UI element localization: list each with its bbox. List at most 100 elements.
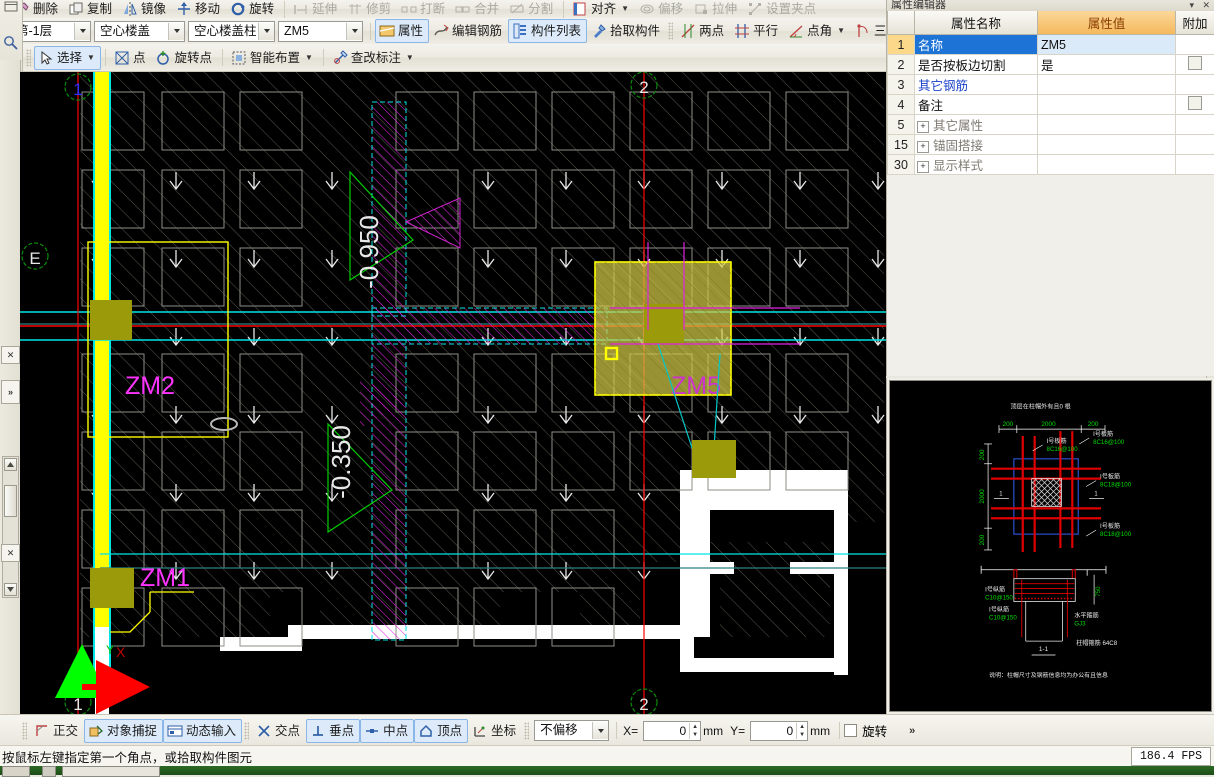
- 移动-button[interactable]: 移动: [172, 0, 226, 19]
- chevron-down-icon[interactable]: [258, 23, 274, 40]
- chevron-down-icon[interactable]: ▼: [406, 54, 414, 62]
- 旋转点-button[interactable]: 旋转点: [151, 46, 218, 70]
- y-coord-value[interactable]: 0: [751, 724, 796, 738]
- taskbar-item-2[interactable]: [62, 766, 160, 777]
- 坐标-button[interactable]: 坐标: [468, 719, 522, 743]
- y-spinner[interactable]: ▲▼: [796, 723, 807, 739]
- status-grip-2[interactable]: [244, 722, 249, 740]
- left-rail-scrollbar[interactable]: [2, 456, 19, 598]
- 构件列表-button[interactable]: 构件列表: [508, 19, 587, 43]
- 属性-button[interactable]: 属性: [375, 19, 429, 43]
- x-spinner[interactable]: ▲▼: [689, 723, 700, 739]
- property-row[interactable]: 1名称ZM5: [888, 35, 1214, 55]
- property-name-cell[interactable]: +显示样式: [915, 155, 1038, 175]
- chevron-down-icon[interactable]: [592, 722, 608, 739]
- scroll-up-arrow-icon[interactable]: [4, 458, 17, 471]
- attach-cell[interactable]: [1176, 135, 1214, 155]
- left-panel-close-button-1[interactable]: ✕: [1, 346, 20, 364]
- 垂点-button[interactable]: 垂点: [306, 719, 360, 743]
- property-value-cell[interactable]: [1038, 75, 1176, 95]
- attach-cell[interactable]: [1176, 115, 1214, 135]
- 平行-button[interactable]: 平行: [730, 19, 784, 43]
- property-value-cell[interactable]: [1038, 115, 1176, 135]
- property-value-cell[interactable]: [1038, 95, 1176, 115]
- property-name-cell[interactable]: 备注: [915, 95, 1038, 115]
- attach-cell[interactable]: [1176, 35, 1214, 55]
- 复制-button[interactable]: 复制: [64, 0, 118, 19]
- chevron-down-icon[interactable]: ▼: [87, 54, 95, 62]
- drawing-canvas[interactable]: -0.950 -0.350 ZM2 ZM5: [20, 72, 886, 714]
- property-name-cell[interactable]: +其它属性: [915, 115, 1038, 135]
- property-row[interactable]: 30+显示样式: [888, 155, 1214, 175]
- status-grip-3[interactable]: [524, 722, 529, 740]
- property-value-cell[interactable]: [1038, 155, 1176, 175]
- property-value-cell[interactable]: [1038, 135, 1176, 155]
- os-taskbar[interactable]: [0, 766, 1214, 775]
- offset-mode-select[interactable]: 不偏移: [534, 720, 609, 741]
- x-coord-value[interactable]: 0: [644, 724, 689, 738]
- rotate-checkbox[interactable]: [844, 724, 857, 737]
- attach-cell[interactable]: [1176, 55, 1214, 75]
- status-overflow-button[interactable]: »: [909, 725, 915, 737]
- left-panel-close-button-2[interactable]: ✕: [1, 544, 20, 562]
- property-row[interactable]: 2是否按板边切割是: [888, 55, 1214, 75]
- 智能布置-button[interactable]: 智能布置▼: [227, 46, 319, 70]
- 中点-button[interactable]: 中点: [360, 719, 414, 743]
- scroll-down-arrow-icon[interactable]: [4, 583, 17, 596]
- 拾取构件-button[interactable]: 拾取构件: [587, 19, 666, 43]
- taskbar-item-1[interactable]: [42, 766, 56, 777]
- 打断-button[interactable]: 打断: [397, 0, 451, 19]
- 选择-button[interactable]: 选择▼: [34, 46, 101, 70]
- left-rail[interactable]: ✕ » ✕: [0, 60, 21, 714]
- 点角-button[interactable]: 点角▼: [784, 19, 851, 43]
- 点-button[interactable]: 点: [110, 46, 152, 70]
- scrollbar-thumb[interactable]: [4, 485, 17, 517]
- 动态输入-button[interactable]: 动态输入: [163, 719, 242, 743]
- status-grip-1[interactable]: [22, 722, 27, 740]
- 设置夹点-button[interactable]: 设置夹点: [743, 0, 822, 19]
- property-value-cell[interactable]: 是: [1038, 55, 1176, 75]
- 查改标注-button[interactable]: 查改标注▼: [328, 46, 420, 70]
- 对象捕捉-button[interactable]: 对象捕捉: [84, 719, 163, 743]
- 编辑钢筋-button[interactable]: 编辑钢筋: [429, 19, 508, 43]
- 镜像-button[interactable]: 镜像: [118, 0, 172, 19]
- 偏移-button[interactable]: 偏移: [635, 0, 689, 19]
- chevron-down-icon[interactable]: ▼: [305, 54, 313, 62]
- property-value-cell[interactable]: ZM5: [1038, 35, 1176, 55]
- 延伸-button[interactable]: 延伸: [289, 0, 343, 19]
- property-row[interactable]: 4备注: [888, 95, 1214, 115]
- status-bar[interactable]: 正交对象捕捉动态输入 交点垂点中点顶点坐标 不偏移 X= 0 ▲▼ mm Y= …: [0, 714, 1214, 746]
- attach-checkbox[interactable]: [1188, 56, 1202, 70]
- 交点-button[interactable]: 交点: [252, 719, 306, 743]
- toolbar-grip-3[interactable]: [668, 22, 673, 40]
- taskbar-start-button[interactable]: [2, 766, 30, 777]
- property-grid[interactable]: 属性名称 属性值 附加 1名称ZM52是否按板边切割是3其它钢筋4备注5+其它属…: [887, 11, 1214, 175]
- property-row[interactable]: 15+锚固搭接: [888, 135, 1214, 155]
- toolbar-grip-4[interactable]: [26, 49, 31, 67]
- 旋转-button[interactable]: 旋转: [226, 0, 280, 19]
- left-panel-expand-button[interactable]: »: [1, 380, 20, 404]
- property-name-cell[interactable]: 名称: [915, 35, 1038, 55]
- chevron-down-icon[interactable]: [74, 23, 90, 40]
- property-name-cell[interactable]: 其它钢筋: [915, 75, 1038, 95]
- attach-cell[interactable]: [1176, 75, 1214, 95]
- x-coord-input[interactable]: 0 ▲▼: [643, 721, 701, 741]
- attach-cell[interactable]: [1176, 155, 1214, 175]
- attach-checkbox[interactable]: [1188, 96, 1202, 110]
- detail-preview-panel[interactable]: 顶层在柱帽外有且0 根 200 2000 200 200 2000: [886, 378, 1214, 714]
- command-line-bar[interactable]: 按鼠标左键指定第一个角点，或拾取构件图元 186.4 FPS: [0, 745, 1214, 767]
- chevron-down-icon[interactable]: [168, 23, 184, 40]
- expand-plus-icon[interactable]: +: [917, 141, 929, 153]
- 拉伸-button[interactable]: 拉伸: [689, 0, 743, 19]
- category-select[interactable]: 空心楼盖: [94, 21, 185, 42]
- property-row[interactable]: 5+其它属性: [888, 115, 1214, 135]
- 顶点-button[interactable]: 顶点: [414, 719, 468, 743]
- chevron-down-icon[interactable]: [346, 23, 362, 40]
- property-editor-panel[interactable]: 属性编辑器 ▾ ✕ 属性名称 属性值 附加 1名称ZM52是否按板边切割是3其它…: [886, 0, 1214, 376]
- 两点-button[interactable]: 两点: [676, 19, 730, 43]
- panel-window-buttons[interactable]: ▾ ✕: [1189, 0, 1213, 11]
- component-select[interactable]: ZM5: [278, 21, 363, 42]
- chevron-down-icon[interactable]: ▼: [837, 27, 845, 35]
- 合并-button[interactable]: 合并: [451, 0, 505, 19]
- y-coord-input[interactable]: 0 ▲▼: [750, 721, 808, 741]
